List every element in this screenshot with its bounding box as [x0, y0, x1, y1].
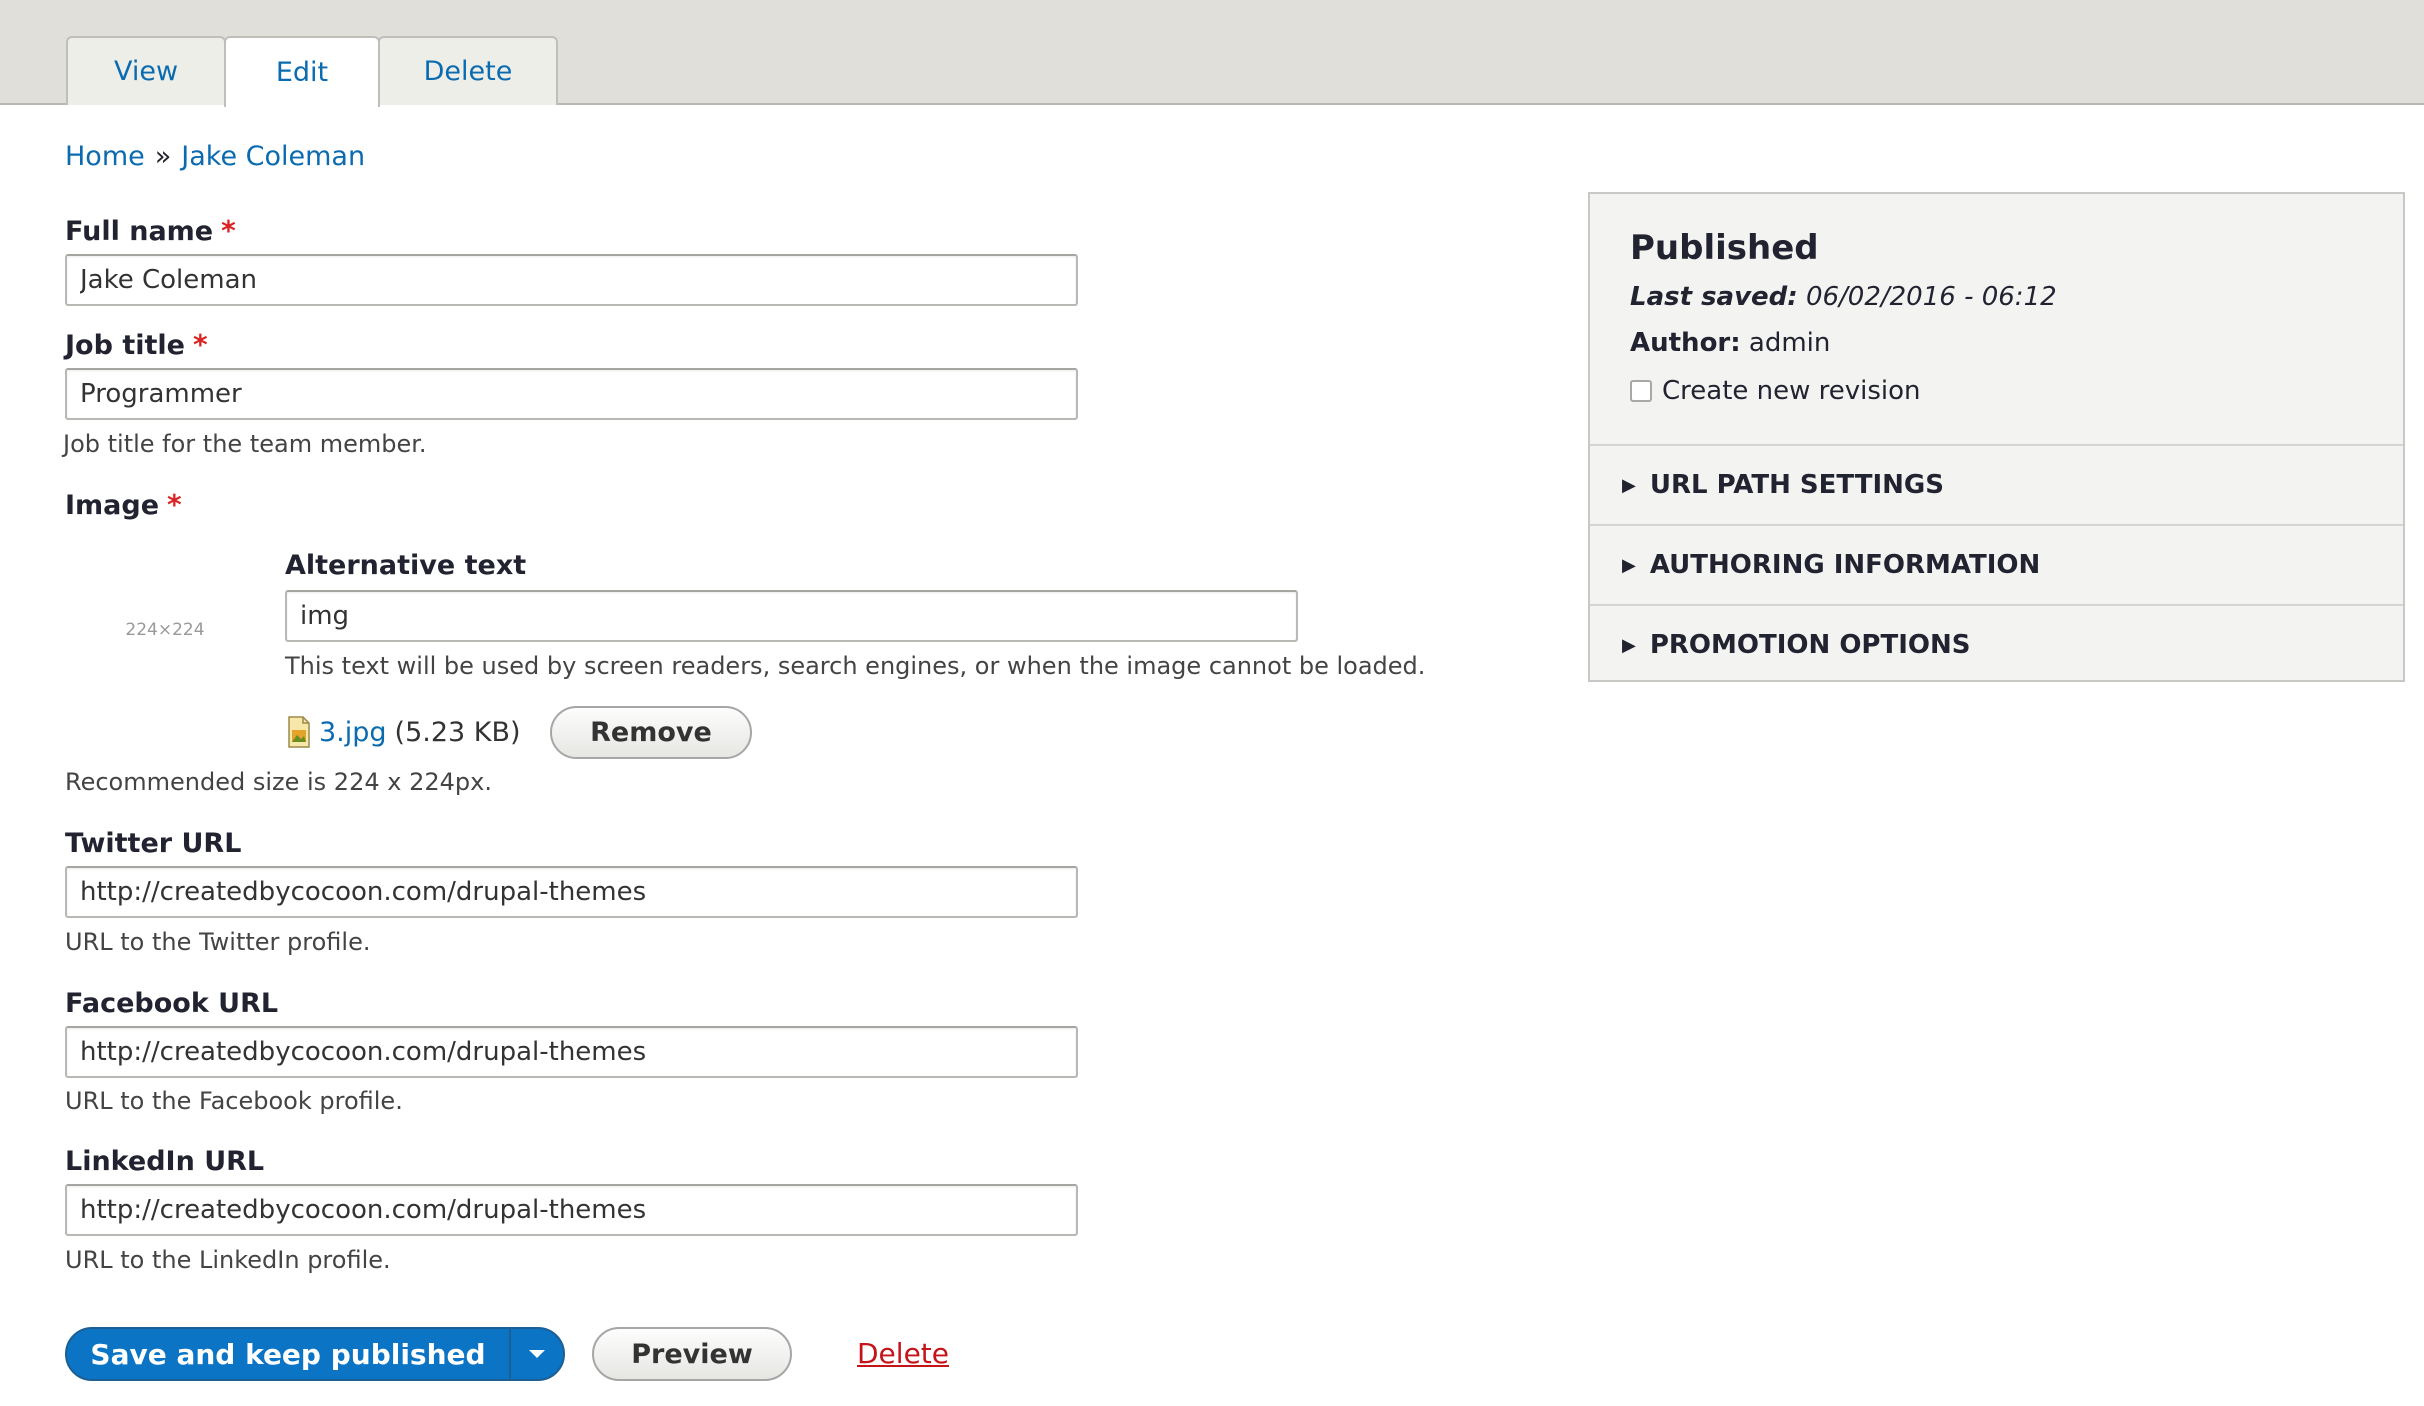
linkedin-url-label: LinkedIn URL [65, 1146, 265, 1177]
last-saved-value: 06/02/2016 - 06:12 [1805, 282, 2057, 312]
alt-text-label: Alternative text [285, 550, 527, 581]
create-revision-checkbox[interactable] [1630, 380, 1652, 402]
full-name-label: Full name * [65, 214, 236, 247]
alt-text-input[interactable] [285, 590, 1298, 642]
section-url-path-settings-label: URL PATH SETTINGS [1649, 470, 1944, 500]
full-name-label-text: Full name [65, 216, 214, 247]
job-title-label-text: Job title [65, 330, 185, 361]
breadcrumb-current-link[interactable]: Jake Coleman [181, 141, 365, 172]
save-split-button: Save and keep published [65, 1327, 565, 1381]
facebook-url-input[interactable] [65, 1026, 1078, 1078]
twitter-url-label: Twitter URL [65, 828, 242, 859]
delete-link[interactable]: Delete [857, 1337, 949, 1370]
create-revision-option[interactable]: Create new revision [1630, 376, 1921, 406]
section-url-path-settings[interactable]: ▶ URL PATH SETTINGS [1590, 444, 2403, 524]
last-saved-label: Last saved: [1630, 282, 1798, 312]
file-image-icon [287, 716, 311, 748]
facebook-url-label: Facebook URL [65, 988, 279, 1019]
file-info: 3.jpg (5.23 KB) [287, 716, 521, 748]
image-label: Image * [65, 488, 182, 521]
breadcrumb-separator: » [154, 141, 172, 172]
chevron-down-icon [529, 1350, 545, 1358]
author-label: Author: [1630, 328, 1741, 358]
status-heading: Published [1630, 228, 1819, 268]
section-promotion-options-label: PROMOTION OPTIONS [1649, 630, 1971, 660]
job-title-input[interactable] [65, 368, 1078, 420]
job-title-label: Job title * [65, 328, 208, 361]
alt-text-description: This text will be used by screen readers… [285, 652, 1426, 680]
triangle-right-icon: ▶ [1622, 634, 1636, 656]
file-link[interactable]: 3.jpg [319, 717, 387, 748]
tab-edit-label: Edit [275, 57, 329, 88]
last-saved: Last saved: 06/02/2016 - 06:12 [1630, 282, 2057, 312]
required-marker: * [167, 488, 182, 521]
tab-bar: View Edit Delete [0, 0, 2424, 107]
twitter-url-description: URL to the Twitter profile. [65, 928, 371, 956]
meta-sidebar: Published Last saved: 06/02/2016 - 06:12… [1588, 192, 2405, 682]
save-button[interactable]: Save and keep published [67, 1329, 509, 1379]
section-promotion-options[interactable]: ▶ PROMOTION OPTIONS [1590, 604, 2403, 684]
author-value: admin [1748, 328, 1831, 358]
section-authoring-information-label: AUTHORING INFORMATION [1649, 550, 2041, 580]
facebook-url-description: URL to the Facebook profile. [65, 1087, 403, 1115]
tab-view[interactable]: View [66, 36, 226, 105]
breadcrumb: Home » Jake Coleman [65, 141, 365, 172]
tab-edit[interactable]: Edit [224, 36, 380, 107]
image-recommendation: Recommended size is 224 x 224px. [65, 768, 492, 796]
tab-delete[interactable]: Delete [378, 36, 558, 105]
breadcrumb-home-link[interactable]: Home [65, 141, 145, 172]
create-revision-label: Create new revision [1662, 376, 1921, 406]
required-marker: * [192, 328, 208, 361]
full-name-input[interactable] [65, 254, 1078, 306]
save-options-dropdown[interactable] [511, 1329, 563, 1379]
tab-delete-label: Delete [423, 56, 513, 87]
tab-view-label: View [113, 56, 179, 87]
image-label-text: Image [65, 490, 160, 521]
preview-button[interactable]: Preview [592, 1327, 792, 1381]
image-thumbnail-text: 224×224 [125, 620, 205, 640]
author-info: Author: admin [1630, 328, 1830, 358]
linkedin-url-description: URL to the LinkedIn profile. [65, 1246, 391, 1274]
image-thumbnail: 224×224 [70, 545, 260, 715]
required-marker: * [221, 214, 236, 247]
triangle-right-icon: ▶ [1622, 474, 1636, 496]
linkedin-url-input[interactable] [65, 1184, 1078, 1236]
file-size: (5.23 KB) [394, 716, 521, 748]
remove-button[interactable]: Remove [550, 706, 752, 759]
triangle-right-icon: ▶ [1622, 554, 1636, 576]
section-authoring-information[interactable]: ▶ AUTHORING INFORMATION [1590, 524, 2403, 604]
twitter-url-input[interactable] [65, 866, 1078, 918]
job-title-description: Job title for the team member. [63, 430, 427, 458]
